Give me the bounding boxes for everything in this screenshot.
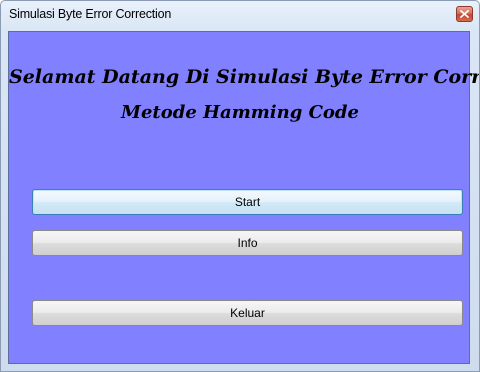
welcome-heading: Selamat Datang Di Simulasi Byte Error Co… <box>9 66 479 88</box>
method-heading: Metode Hamming Code <box>121 102 359 123</box>
start-button[interactable]: Start <box>32 189 463 215</box>
main-panel: Selamat Datang Di Simulasi Byte Error Co… <box>8 31 479 364</box>
exit-button[interactable]: Keluar <box>32 300 463 326</box>
close-icon <box>460 10 469 18</box>
app-window: Simulasi Byte Error Correction Selamat D… <box>0 0 480 372</box>
info-button[interactable]: Info <box>32 230 463 256</box>
title-bar[interactable]: Simulasi Byte Error Correction <box>1 1 479 29</box>
close-button[interactable] <box>456 6 473 22</box>
window-title: Simulasi Byte Error Correction <box>9 7 172 21</box>
